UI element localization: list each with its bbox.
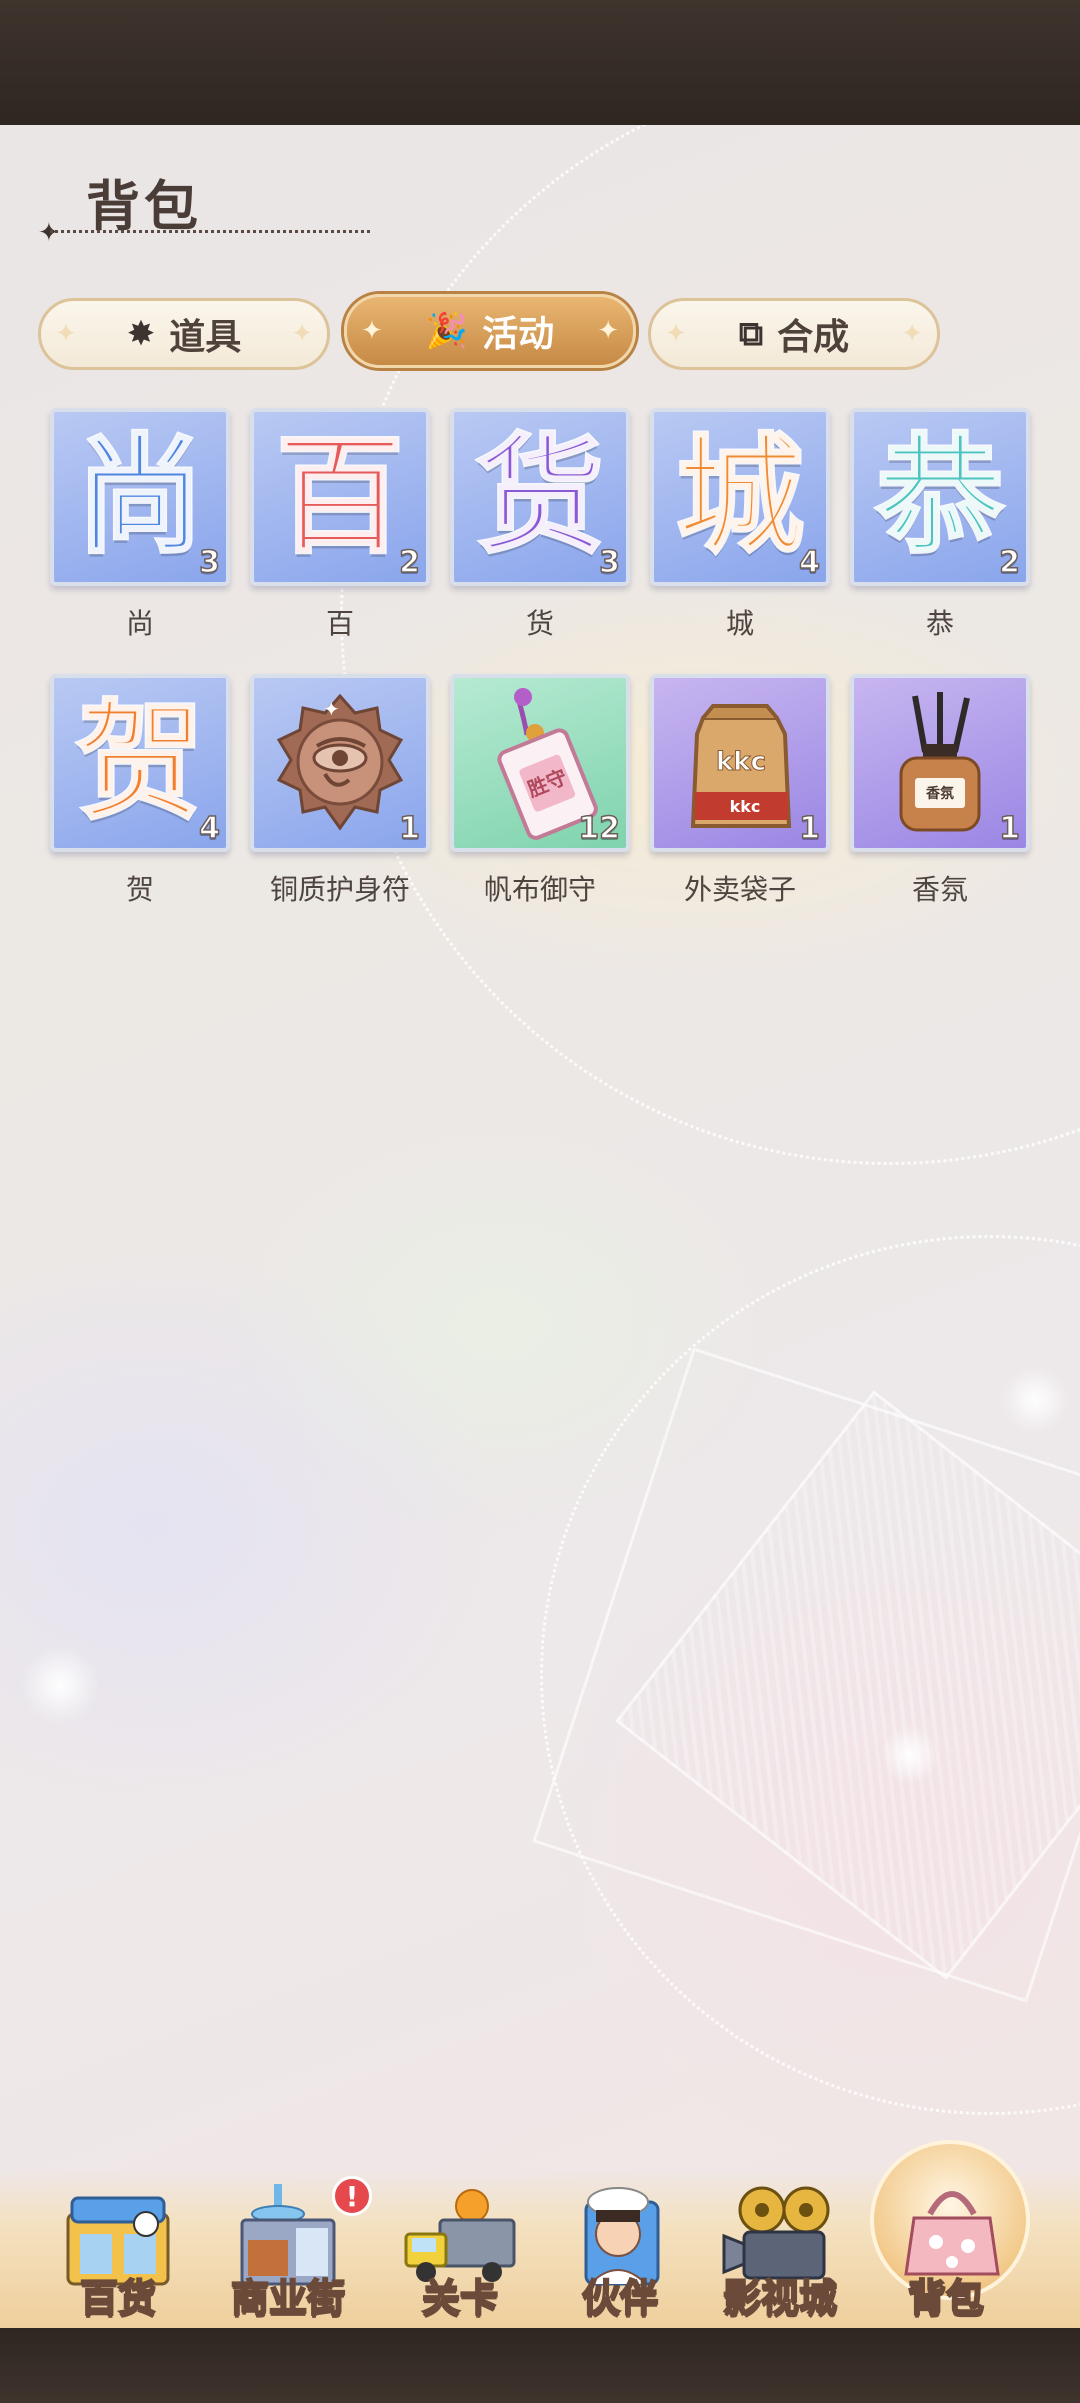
glyph-cheng-icon: 城 xyxy=(674,422,805,571)
sparkle-icon: ✦ xyxy=(597,316,619,346)
item-tile: 城 4 xyxy=(650,408,830,586)
glyph-he-icon: 贺 xyxy=(74,688,205,837)
title-underline xyxy=(50,230,370,233)
item-label: 城 xyxy=(725,607,754,640)
item-label: 贺 xyxy=(125,873,154,906)
sparkle-icon: ✦ xyxy=(901,319,923,349)
nav-item-film-city[interactable]: 影视城 xyxy=(700,2170,860,2328)
item-tile: kkc kkc 1 xyxy=(650,674,830,852)
reed-diffuser-icon: 香氛 xyxy=(899,692,981,832)
glyph-huo-icon: 货 xyxy=(474,422,605,571)
item-bai[interactable]: 百 2 百 xyxy=(250,408,430,642)
item-canvas-omamori[interactable]: 胜守 12 帆布御守 xyxy=(450,674,630,908)
nav-label: 影视城 xyxy=(722,2275,838,2321)
item-shang[interactable]: 尚 3 尚 xyxy=(50,408,230,642)
nav-item-department-store[interactable]: 百货 xyxy=(38,2170,198,2328)
sparkle-icon: ✦ xyxy=(291,319,313,349)
item-label: 尚 xyxy=(125,607,154,640)
item-count: 1 xyxy=(998,810,1020,847)
item-tile: 贺 4 xyxy=(50,674,230,852)
tab-label: 道具 xyxy=(169,317,242,358)
item-tile: 货 3 xyxy=(450,408,630,586)
notification-badge: ! xyxy=(332,2176,372,2216)
item-takeout-bag[interactable]: kkc kkc 1 外卖袋子 xyxy=(650,674,830,908)
light-orb xyxy=(20,1645,100,1725)
tab-items[interactable]: ✦ ✸ 道具 ✦ xyxy=(38,298,330,370)
item-tile: 香氛 1 xyxy=(850,674,1030,852)
tab-synthesis[interactable]: ✦ ⧉ 合成 ✦ xyxy=(648,298,940,370)
item-label: 外卖袋子 xyxy=(683,873,796,906)
nav-label: 商业街 xyxy=(230,2275,346,2321)
item-tile: 尚 3 xyxy=(50,408,230,586)
item-label: 货 xyxy=(525,607,554,640)
nav-label: 百货 xyxy=(79,2275,157,2321)
decorative-circle xyxy=(340,125,1080,1165)
magic-wand-icon: ✸ xyxy=(126,314,156,354)
item-copper-amulet[interactable]: ✦ 1 铜质护身符 xyxy=(250,674,430,908)
bottom-frame xyxy=(0,2328,1080,2403)
bottom-nav: 百货 ! 商业街 关卡 伙伴 影视城 背包 xyxy=(0,2140,1080,2328)
item-tile: ✦ 1 xyxy=(250,674,430,852)
item-count: 4 xyxy=(798,544,820,581)
tab-label: 合成 xyxy=(777,317,850,358)
item-count: 2 xyxy=(398,544,420,581)
item-count: 12 xyxy=(578,810,621,847)
item-label: 香氛 xyxy=(911,873,968,906)
item-count: 1 xyxy=(798,810,820,847)
glyph-gong-icon: 恭 xyxy=(874,422,1005,571)
item-tile: 百 2 xyxy=(250,408,430,586)
item-label: 恭 xyxy=(925,607,954,640)
takeout-bag-icon: kkc kkc xyxy=(690,704,792,828)
bag-logo-text: kkc xyxy=(716,747,766,777)
sparkle-icon: ✦ xyxy=(361,316,383,346)
nav-label: 伙伴 xyxy=(581,2275,659,2321)
item-label: 铜质护身符 xyxy=(269,873,410,906)
item-count: 3 xyxy=(198,544,220,581)
item-count: 2 xyxy=(998,544,1020,581)
item-count: 4 xyxy=(198,810,220,847)
item-label: 帆布御守 xyxy=(483,873,596,906)
bag-band-text: kkc xyxy=(730,797,761,816)
item-count: 1 xyxy=(398,810,420,847)
party-popper-icon: 🎉 xyxy=(425,311,469,351)
sparkle-icon: ✦ xyxy=(55,319,77,349)
light-orb xyxy=(880,1725,940,1785)
glyph-shang-icon: 尚 xyxy=(74,422,205,571)
item-reed-diffuser[interactable]: 香氛 1 香氛 xyxy=(850,674,1030,908)
item-he[interactable]: 贺 4 贺 xyxy=(50,674,230,908)
diffuser-label-text: 香氛 xyxy=(925,785,954,802)
nav-item-partners[interactable]: 伙伴 xyxy=(540,2170,700,2328)
sparkle-icon: ✦ xyxy=(38,218,60,248)
top-frame xyxy=(0,0,1080,125)
nav-label: 关卡 xyxy=(421,2275,499,2321)
nav-label: 背包 xyxy=(907,2275,985,2321)
nav-item-backpack[interactable]: 背包 xyxy=(866,2140,1030,2328)
nav-item-commercial-street[interactable]: ! 商业街 xyxy=(208,2170,372,2328)
tab-label: 活动 xyxy=(482,314,555,355)
light-orb xyxy=(1000,1365,1070,1435)
combine-icon: ⧉ xyxy=(738,314,764,354)
svg-text:✦: ✦ xyxy=(323,697,340,721)
item-gong[interactable]: 恭 2 恭 xyxy=(850,408,1030,642)
nav-item-levels[interactable]: 关卡 xyxy=(380,2170,540,2328)
copper-amulet-icon: ✦ xyxy=(276,693,404,831)
item-cheng[interactable]: 城 4 城 xyxy=(650,408,830,642)
item-label: 百 xyxy=(325,607,354,640)
tab-activity[interactable]: ✦ 🎉 活动 ✦ xyxy=(344,294,636,368)
item-tile: 胜守 12 xyxy=(450,674,630,852)
item-count: 3 xyxy=(598,544,620,581)
sparkle-icon: ✦ xyxy=(665,319,687,349)
item-huo[interactable]: 货 3 货 xyxy=(450,408,630,642)
item-tile: 恭 2 xyxy=(850,408,1030,586)
glyph-bai-icon: 百 xyxy=(274,422,405,571)
